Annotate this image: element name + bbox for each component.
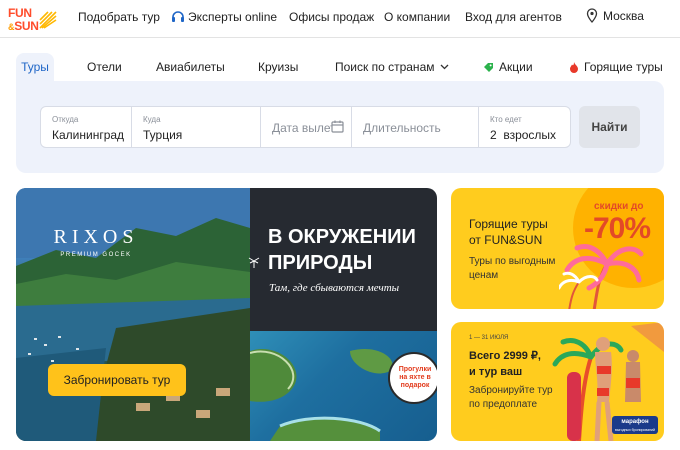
nav-experts-online[interactable]: Эксперты online xyxy=(171,10,277,24)
tab-cruises[interactable]: Круизы xyxy=(258,53,298,81)
sun-icon xyxy=(39,11,57,29)
chevron-down-icon xyxy=(440,64,448,70)
tab-hot-tours-label: Горящие туры xyxy=(584,60,663,74)
tab-countries[interactable]: Поиск по странам xyxy=(335,53,449,81)
nav-about[interactable]: О компании xyxy=(384,10,450,24)
brand-logo[interactable]: FUN &SUN xyxy=(8,5,57,35)
city-selector[interactable]: Москва xyxy=(586,8,644,23)
hero-headline-panel: В ОКРУЖЕНИИ ПРИРОДЫ Там, где сбываются м… xyxy=(248,188,437,331)
logo-line-2: &SUN xyxy=(8,19,39,33)
nav-pick-tour[interactable]: Подобрать тур xyxy=(78,10,160,24)
tab-hotels-label: Отели xyxy=(87,60,122,74)
tab-promotions-label: Акции xyxy=(499,60,533,74)
sale-percent: -70% xyxy=(584,212,651,245)
hotel-photo: RIXOS PREMIUM GOCEK Забронировать тур xyxy=(16,188,250,441)
nav-experts-label: Эксперты online xyxy=(188,10,278,24)
from-value: Калининград xyxy=(52,128,125,142)
flame-icon xyxy=(570,62,578,73)
marathon-subtitle: Забронируйте тур по предоплате xyxy=(469,385,553,410)
palm-trees-illustration xyxy=(559,244,644,309)
hot-tours-title: Горящие туры от FUN&SUN xyxy=(469,217,548,247)
tab-tours-label: Туры xyxy=(21,60,49,74)
from-field[interactable]: Откуда Калининград xyxy=(40,106,132,148)
hero-headline: В ОКРУЖЕНИИ ПРИРОДЫ xyxy=(268,226,416,274)
travelers-value: 2 взрослых xyxy=(490,128,557,142)
logo-line-1: FUN xyxy=(8,6,32,20)
duration-placeholder: Длительность xyxy=(363,121,441,135)
travelers-label: Кто едет xyxy=(490,115,522,124)
sale-caption: скидки до xyxy=(594,201,644,212)
tour-search-panel: Откуда Калининград Куда Турция Дата выле… xyxy=(16,81,664,173)
hot-tours-promo[interactable]: Горящие туры от FUN&SUN Туры по выгодным… xyxy=(451,188,664,309)
to-value: Турция xyxy=(143,128,183,142)
tab-countries-label: Поиск по странам xyxy=(335,60,435,74)
calendar-icon xyxy=(331,120,344,133)
island-photo: Прогулки на яхте в подарок xyxy=(250,331,437,441)
search-submit-button[interactable]: Найти xyxy=(579,106,640,148)
tab-hotels[interactable]: Отели xyxy=(87,53,122,81)
top-header: FUN &SUN Подобрать тур Эксперты online О… xyxy=(0,0,680,38)
location-pin-icon xyxy=(586,8,598,23)
travelers-field[interactable]: Кто едет 2 взрослых xyxy=(478,106,571,148)
nav-agent-login[interactable]: Вход для агентов xyxy=(465,10,562,24)
promo-dates: 1 — 31 ИЮЛЯ xyxy=(469,335,509,341)
gift-badge: Прогулки на яхте в подарок xyxy=(388,352,437,404)
tab-tours[interactable]: Туры xyxy=(16,53,54,81)
marathon-title: Всего 2999 ₽, и тур ваш xyxy=(469,350,541,378)
date-placeholder: Дата вылета xyxy=(272,121,332,135)
tag-icon xyxy=(484,62,493,72)
hero-tagline: Там, где сбываются мечты xyxy=(269,282,400,294)
tab-promotions[interactable]: Акции xyxy=(483,53,533,81)
nav-sales-offices[interactable]: Офисы продаж xyxy=(289,10,374,24)
tab-cruises-label: Круизы xyxy=(258,60,299,74)
departure-date-field[interactable]: Дата вылета xyxy=(260,106,352,148)
hotel-name: RIXOS xyxy=(53,226,139,248)
marathon-badge-sub: выгодных бронирований xyxy=(615,428,655,432)
marathon-badge-label: марафон xyxy=(621,419,649,425)
hotel-brand: RIXOS PREMIUM GOCEK xyxy=(16,226,176,259)
marathon-promo[interactable]: 1 — 31 ИЮЛЯ Всего 2999 ₽, и тур ваш Забр… xyxy=(451,322,664,441)
from-label: Откуда xyxy=(52,115,79,124)
to-label: Куда xyxy=(143,115,161,124)
duration-field[interactable]: Длительность xyxy=(351,106,479,148)
hotel-subtitle: PREMIUM GOCEK xyxy=(60,252,132,258)
to-field[interactable]: Куда Турция xyxy=(131,106,261,148)
hot-tours-subtitle: Туры по выгодным ценам xyxy=(469,256,556,281)
marathon-badge: марафон выгодных бронирований xyxy=(612,416,658,434)
city-label: Москва xyxy=(603,8,644,23)
hero-banner[interactable]: RIXOS PREMIUM GOCEK Забронировать тур В … xyxy=(16,188,437,441)
tab-flights-label: Авиабилеты xyxy=(156,60,225,74)
palm-icon xyxy=(248,257,260,268)
tab-flights[interactable]: Авиабилеты xyxy=(156,53,225,81)
gift-badge-text: Прогулки на яхте в подарок xyxy=(398,366,432,389)
tab-hot-tours[interactable]: Горящие туры xyxy=(569,53,663,81)
book-tour-button[interactable]: Забронировать тур xyxy=(48,364,186,396)
headset-icon xyxy=(172,11,184,22)
